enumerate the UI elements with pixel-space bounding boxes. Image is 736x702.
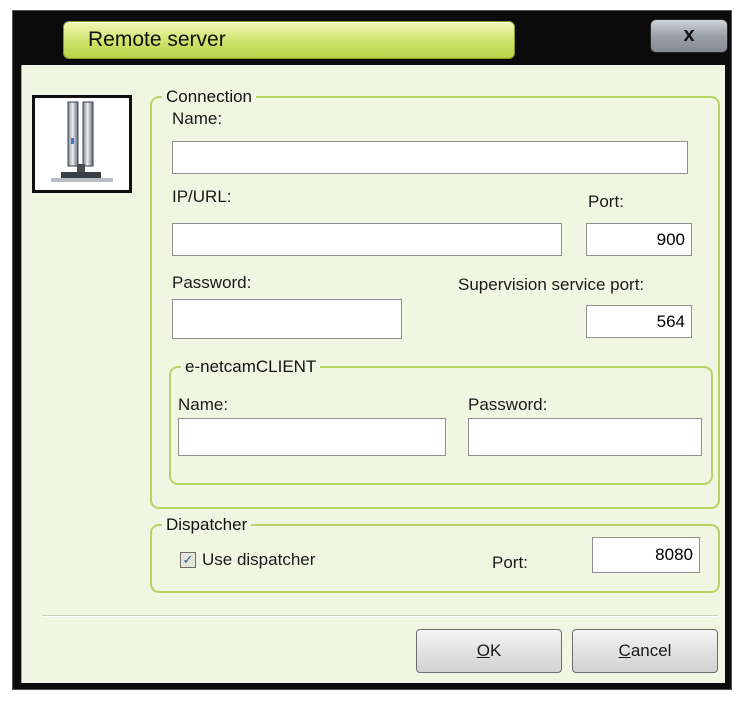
use-dispatcher-label[interactable]: Use dispatcher [202,550,315,570]
dispatcher-port-label: Port: [492,553,528,572]
port-label: Port: [588,192,624,211]
port-field[interactable] [586,223,692,256]
cancel-label-rest: ancel [630,641,672,660]
client-name-label: Name: [178,395,229,414]
close-icon: x [683,24,695,46]
ok-mnemonic: O [476,641,490,660]
cancel-mnemonic: C [618,641,631,660]
checkmark-icon: ✓ [182,552,194,567]
cancel-button[interactable]: Cancel [572,629,718,673]
ok-label-rest: K [489,641,502,660]
dispatcher-legend: Dispatcher [166,515,248,534]
window-title: Remote server [88,28,226,51]
ip-url-field[interactable] [172,223,562,256]
client-legend: e-netcamCLIENT [185,357,317,376]
ok-button[interactable]: OK [416,629,562,673]
client-password-label: Password: [468,395,548,414]
supervision-port-label: Supervision service port: [458,275,645,294]
title-bar: Remote server [63,21,515,59]
use-dispatcher-checkbox[interactable]: ✓ [180,552,196,568]
password-field[interactable] [172,299,402,339]
name-field[interactable] [172,141,688,174]
client-password-field[interactable] [468,418,702,456]
client-name-field[interactable] [178,418,446,456]
name-label: Name: [172,109,223,128]
close-button[interactable]: x [650,19,728,53]
connection-legend: Connection [166,87,253,106]
password-label: Password: [172,273,252,292]
server-tower-icon [32,95,132,193]
dialog-body: Connection Name: IP/URL: Port: Password:… [21,65,725,683]
dispatcher-port-field[interactable] [592,537,700,573]
ip-url-label: IP/URL: [172,187,232,206]
remote-server-dialog: Remote server x Connection Name: IP/URL:… [12,10,732,690]
supervision-port-field[interactable] [586,305,692,338]
footer-separator [42,615,718,617]
